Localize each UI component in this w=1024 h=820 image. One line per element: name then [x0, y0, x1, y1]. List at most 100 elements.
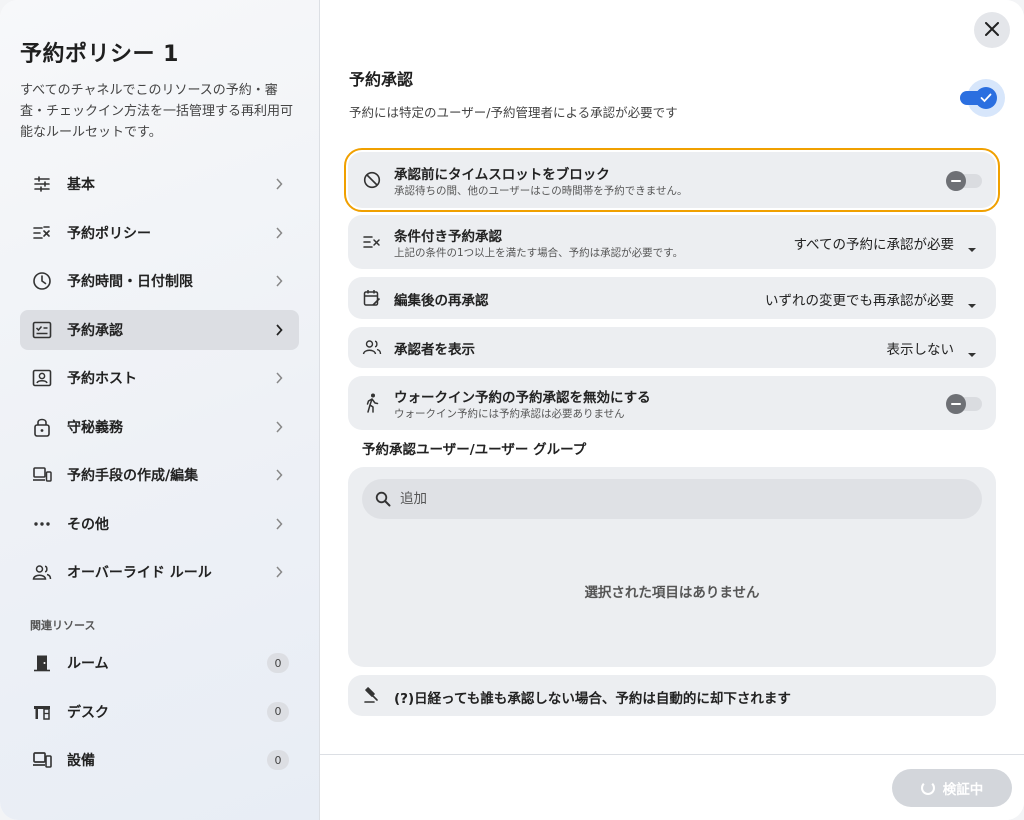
sidebar-item-label: 予約時間・日付制限	[67, 274, 193, 290]
auto-reject-text: (?)日経っても誰も承認しない場合、予約は自動的に却下されます	[394, 691, 791, 707]
sidebar-item-label: その他	[67, 516, 109, 533]
chevron-right-icon	[271, 419, 287, 435]
search-icon	[374, 490, 392, 508]
row-title: ウォークイン予約の予約承認を無効にする	[394, 390, 651, 406]
sidebar-item-approval[interactable]: 予約承認	[20, 309, 299, 350]
row-title: 編集後の再承認	[394, 293, 489, 309]
approval-toggle[interactable]	[960, 79, 1005, 117]
related-item-desks[interactable]: デスク 0	[20, 692, 299, 732]
sidebar-item-confidentiality[interactable]: 守秘義務	[20, 407, 299, 447]
close-button[interactable]	[974, 12, 1010, 48]
host-badge-icon	[31, 367, 53, 389]
sidebar-item-other[interactable]: その他	[20, 504, 299, 544]
sidebar-item-basic[interactable]: 基本	[20, 164, 299, 204]
desk-icon	[31, 701, 53, 723]
more-dots-icon	[31, 513, 53, 535]
sidebar: 予約ポリシー 1 すべてのチャネルでこのリソースの予約・審査・チェックイン方法を…	[0, 0, 320, 820]
lock-icon	[31, 416, 53, 438]
walkin-toggle[interactable]	[946, 394, 982, 414]
related-item-rooms[interactable]: ルーム 0	[20, 643, 299, 683]
approver-search[interactable]	[362, 479, 982, 519]
policy-dialog: 予約ポリシー 1 すべてのチャネルでこのリソースの予約・審査・チェックイン方法を…	[0, 0, 1024, 820]
close-icon	[985, 21, 999, 40]
people-icon	[362, 337, 382, 357]
clock-icon	[31, 270, 53, 292]
door-icon	[31, 652, 53, 674]
sidebar-item-label: オーバーライド ルール	[67, 565, 212, 581]
conditional-approval-select[interactable]: すべての予約に承認が必要	[793, 233, 954, 253]
approval-checklist-icon	[31, 319, 53, 341]
related-resources-heading: 関連リソース	[30, 619, 96, 632]
section-title: 予約承認	[349, 70, 414, 89]
chevron-right-icon	[271, 176, 287, 192]
row-title: 承認者を表示	[394, 342, 475, 358]
caret-down-icon	[966, 344, 978, 357]
policy-description: すべてのチャネルでこのリソースの予約・審査・チェックイン方法を一括管理する再利用…	[20, 83, 294, 140]
toggle-knob	[946, 171, 966, 191]
row-title: 承認前にタイムスロットをブロック	[394, 167, 610, 183]
chevron-right-icon	[271, 273, 287, 289]
main-panel: 予約承認 予約には特定のユーザー/予約管理者による承認が必要です 承認前にタイム…	[320, 0, 1024, 820]
sidebar-item-label: 予約承認	[67, 322, 123, 339]
sidebar-nav: 基本 予約ポリシー 予約時間・日付制限 予約承認 予約ホスト 守秘義務 予約手段…	[20, 164, 299, 601]
block-icon	[362, 170, 382, 190]
equipment-icon	[31, 749, 53, 771]
caret-down-icon	[966, 295, 978, 308]
row-title: 条件付き予約承認	[394, 229, 502, 245]
verify-button[interactable]: 検証中	[892, 769, 1012, 807]
walkin-row: ウォークイン予約の予約承認を無効にする ウォークイン予約には予約承認は必要ありま…	[348, 376, 996, 430]
related-item-label: ルーム	[67, 656, 109, 672]
chevron-right-icon	[271, 516, 287, 532]
sidebar-item-label: 守秘義務	[67, 419, 123, 436]
spinner-icon	[920, 781, 935, 795]
policy-title: 予約ポリシー 1	[20, 42, 179, 67]
chevron-right-icon	[271, 370, 287, 386]
sidebar-item-override-rules[interactable]: オーバーライド ルール	[20, 552, 299, 592]
show-approver-select[interactable]: 表示しない	[887, 338, 955, 358]
devices-icon	[31, 464, 53, 486]
calendar-edit-icon	[362, 288, 382, 308]
caret-down-icon	[966, 239, 978, 252]
chevron-right-icon	[271, 564, 287, 580]
count-badge: 0	[267, 750, 289, 770]
sidebar-item-label: 基本	[67, 177, 95, 193]
gavel-icon	[362, 685, 382, 705]
walking-person-icon	[362, 393, 382, 413]
conditional-approval-row[interactable]: 条件付き予約承認 上記の条件の1つ以上を満たす場合、予約は承認が必要です。 すべ…	[348, 215, 996, 269]
block-timeslot-toggle[interactable]	[946, 171, 982, 191]
approver-group-box: 選択された項目はありません	[348, 467, 996, 667]
sidebar-item-label: 予約ポリシー	[67, 225, 151, 242]
reapproval-row[interactable]: 編集後の再承認 いずれの変更でも再承認が必要	[348, 277, 996, 319]
verify-label: 検証中	[942, 782, 984, 798]
row-subtitle: ウォークイン予約には予約承認は必要ありません	[394, 408, 625, 420]
auto-reject-row[interactable]: (?)日経っても誰も承認しない場合、予約は自動的に却下されます	[348, 675, 996, 716]
show-approver-row[interactable]: 承認者を表示 表示しない	[348, 327, 996, 368]
row-subtitle: 上記の条件の1つ以上を満たす場合、予約は承認が必要です。	[394, 247, 684, 259]
related-item-label: 設備	[67, 753, 95, 769]
sidebar-item-booking-policy[interactable]: 予約ポリシー	[20, 213, 299, 253]
reapproval-select[interactable]: いずれの変更でも再承認が必要	[765, 289, 954, 309]
related-item-label: デスク	[67, 704, 109, 721]
chevron-right-icon	[271, 322, 287, 338]
related-item-equipment[interactable]: 設備 0	[20, 740, 299, 780]
approver-group-heading: 予約承認ユーザー/ユーザー グループ	[362, 442, 587, 458]
chevron-right-icon	[271, 467, 287, 483]
chevron-right-icon	[271, 225, 287, 241]
sidebar-item-host[interactable]: 予約ホスト	[20, 358, 299, 398]
row-subtitle: 承認待ちの間、他のユーザーはこの時間帯を予約できません。	[394, 185, 688, 197]
rule-list-icon	[31, 222, 53, 244]
empty-state-text: 選択された項目はありません	[584, 585, 760, 601]
sidebar-item-label: 予約手段の作成/編集	[67, 468, 199, 484]
check-icon	[975, 87, 997, 109]
sidebar-item-time-limits[interactable]: 予約時間・日付制限	[20, 261, 299, 301]
toggle-knob	[946, 394, 966, 414]
sliders-icon	[31, 173, 53, 195]
section-description: 予約には特定のユーザー/予約管理者による承認が必要です	[349, 105, 678, 120]
sidebar-item-create-edit[interactable]: 予約手段の作成/編集	[20, 455, 299, 495]
people-icon	[31, 561, 53, 583]
block-timeslot-row: 承認前にタイムスロットをブロック 承認待ちの間、他のユーザーはこの時間帯を予約で…	[344, 148, 1000, 212]
rule-list-icon	[362, 232, 382, 252]
related-resources-list: ルーム 0 デスク 0 設備 0	[20, 643, 299, 789]
search-input[interactable]	[400, 491, 960, 507]
count-badge: 0	[267, 653, 289, 673]
